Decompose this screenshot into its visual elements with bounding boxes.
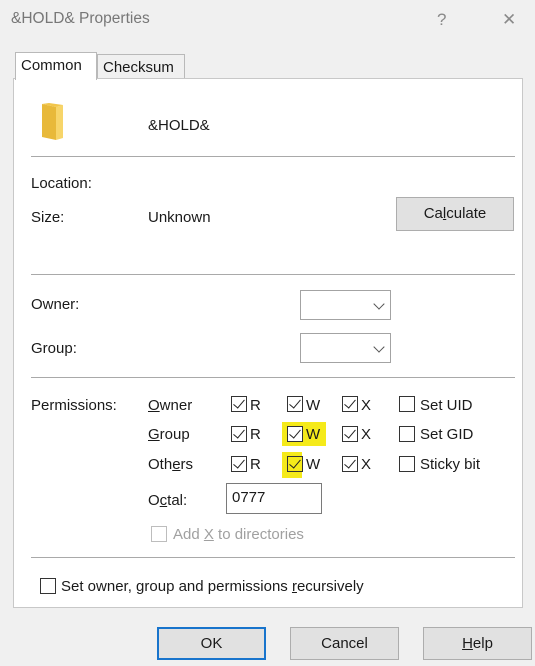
- others-execute-label: X: [361, 456, 372, 473]
- ok-button[interactable]: OK: [157, 627, 266, 660]
- others-execute-checkbox[interactable]: [342, 456, 358, 472]
- perm-owner-label: Owner: [148, 397, 193, 414]
- separator: [31, 274, 515, 275]
- add-x-checkbox[interactable]: [151, 526, 167, 542]
- set-uid-checkbox[interactable]: [399, 396, 415, 412]
- group-write-label: W: [306, 426, 321, 443]
- size-value: Unknown: [148, 209, 211, 226]
- perm-group-label: Group: [148, 426, 190, 443]
- owner-label: Owner:: [31, 296, 80, 313]
- group-execute-checkbox[interactable]: [342, 426, 358, 442]
- others-write-label: W: [306, 456, 321, 473]
- owner-execute-checkbox[interactable]: [342, 396, 358, 412]
- owner-write-checkbox[interactable]: [287, 396, 303, 412]
- cancel-button[interactable]: Cancel: [290, 627, 399, 660]
- size-label: Size:: [31, 209, 65, 226]
- perm-others-label: Others: [148, 456, 194, 473]
- others-read-checkbox[interactable]: [231, 456, 247, 472]
- separator: [31, 557, 515, 558]
- others-write-checkbox[interactable]: [287, 456, 303, 472]
- tab-common[interactable]: Common: [15, 52, 97, 80]
- octal-label: Octal:: [148, 492, 188, 509]
- sticky-bit-label: Sticky bit: [420, 456, 481, 473]
- location-label: Location:: [31, 175, 92, 192]
- recursive-checkbox[interactable]: [40, 578, 56, 594]
- owner-read-checkbox[interactable]: [231, 396, 247, 412]
- owner-write-label: W: [306, 397, 321, 414]
- chevron-down-icon: [373, 298, 385, 310]
- file-name: &HOLD&: [148, 117, 210, 134]
- group-label: Group:: [31, 340, 77, 357]
- window-title: &HOLD& Properties: [11, 10, 150, 27]
- set-gid-label: Set GID: [420, 426, 474, 443]
- group-read-label: R: [250, 426, 261, 443]
- owner-read-label: R: [250, 397, 261, 414]
- owner-execute-label: X: [361, 397, 372, 414]
- calculate-button[interactable]: Calculate: [396, 197, 514, 231]
- separator: [31, 377, 515, 378]
- group-dropdown[interactable]: [300, 333, 391, 363]
- close-button[interactable]: ✕: [502, 10, 516, 30]
- others-read-label: R: [250, 456, 261, 473]
- octal-input[interactable]: 0777: [226, 483, 322, 514]
- sticky-bit-checkbox[interactable]: [399, 456, 415, 472]
- add-x-label: Add X to directories: [173, 526, 304, 543]
- folder-icon: [40, 103, 65, 141]
- group-execute-label: X: [361, 426, 372, 443]
- chevron-down-icon: [373, 341, 385, 353]
- help-button[interactable]: Help: [423, 627, 532, 660]
- set-uid-label: Set UID: [420, 397, 473, 414]
- group-write-checkbox[interactable]: [287, 426, 303, 442]
- group-read-checkbox[interactable]: [231, 426, 247, 442]
- recursive-label: Set owner, group and permissions recursi…: [61, 578, 364, 595]
- permissions-label: Permissions:: [31, 397, 117, 414]
- set-gid-checkbox[interactable]: [399, 426, 415, 442]
- separator: [31, 156, 515, 157]
- owner-dropdown[interactable]: [300, 290, 391, 320]
- tab-checksum[interactable]: Checksum: [97, 54, 185, 80]
- help-title-button[interactable]: ?: [437, 10, 446, 30]
